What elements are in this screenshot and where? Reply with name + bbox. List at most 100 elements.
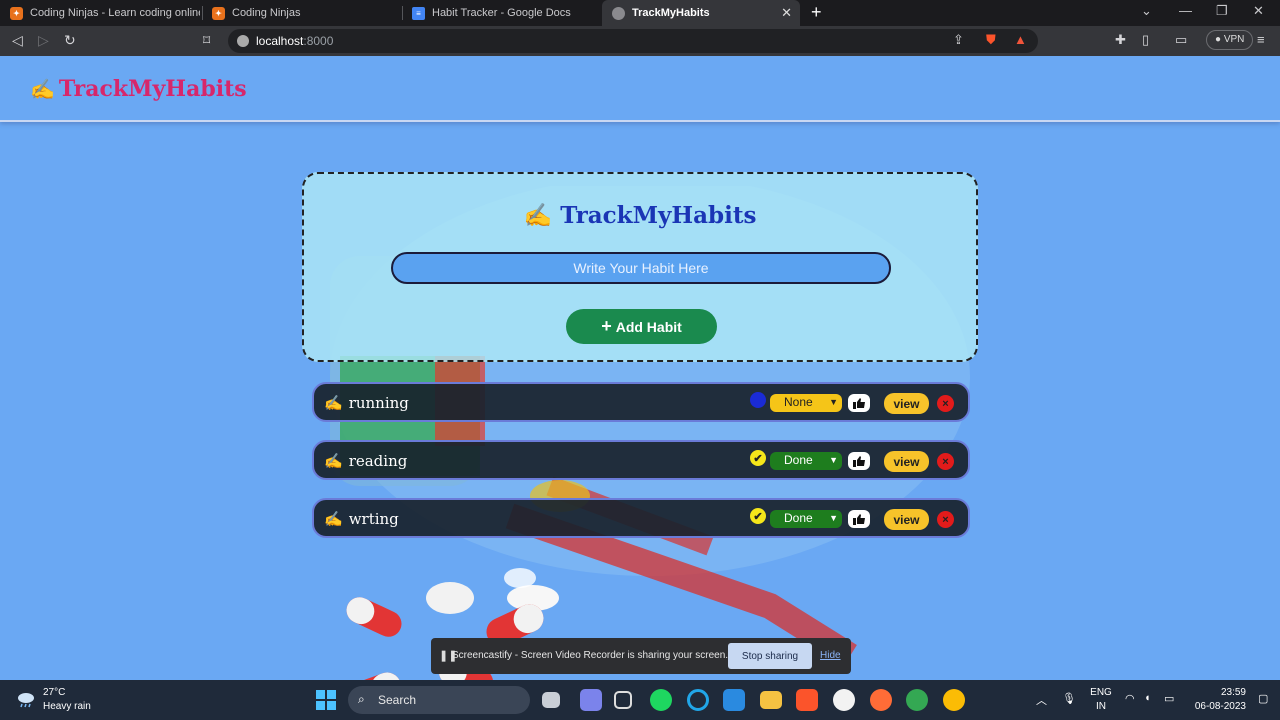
browser-tab-2[interactable]: ✦ Coding Ninjas xyxy=(202,0,400,26)
address-bar[interactable]: localhost:8000 xyxy=(228,29,1038,53)
file-explorer-icon[interactable] xyxy=(760,691,782,709)
window-close-icon[interactable]: ✕ xyxy=(1253,3,1264,19)
add-habit-label: Add Habit xyxy=(615,318,682,335)
tab-title: Habit Tracker - Google Docs xyxy=(432,7,571,19)
brave-icon[interactable] xyxy=(796,689,818,711)
taskbar: 27°C Heavy rain ⌕ Search ︿ 🎙 ENG IN ◠ ◖ … xyxy=(0,680,1280,720)
chrome-dev-icon[interactable] xyxy=(906,689,928,711)
share-icon[interactable]: ⇪ xyxy=(953,32,964,48)
show-hidden-icons-chevron-icon[interactable]: ︿ xyxy=(1036,692,1047,708)
system-clock[interactable]: 23:59 06-08-2023 xyxy=(1190,686,1246,714)
delete-icon[interactable]: × xyxy=(937,395,954,412)
google-docs-favicon: ≡ xyxy=(412,6,425,20)
view-button[interactable]: view xyxy=(884,451,929,472)
thumbs-up-icon xyxy=(853,397,865,409)
brave-rewards-icon[interactable]: ▲ xyxy=(1014,32,1027,47)
writing-hand-icon: ✍️ xyxy=(324,510,343,528)
menu-icon[interactable]: ≡ xyxy=(1257,32,1265,47)
brand-logo[interactable]: ✍️ TrackMyHabits xyxy=(30,76,247,102)
stop-sharing-button[interactable]: Stop sharing xyxy=(728,643,812,669)
chevron-down-icon: ▼ xyxy=(829,455,838,465)
weather-temperature: 27°C xyxy=(43,687,66,698)
status-none-icon xyxy=(750,392,766,408)
browser-tab-3[interactable]: ≡ Habit Tracker - Google Docs xyxy=(402,0,600,26)
browser-tab-active[interactable]: TrackMyHabits ✕ xyxy=(602,0,800,26)
reload-icon[interactable]: ↻ xyxy=(64,32,76,49)
battery-icon[interactable]: ▭ xyxy=(1164,692,1174,705)
site-header: ✍️ TrackMyHabits xyxy=(0,56,1280,122)
card-title: ✍️ TrackMyHabits xyxy=(523,202,757,229)
habit-row: ✍️ wrting ✔ Done ▼ view × xyxy=(312,498,970,538)
rain-cloud-icon[interactable] xyxy=(16,690,36,708)
mongodb-compass-icon[interactable] xyxy=(833,689,855,711)
view-button[interactable]: view xyxy=(884,393,929,414)
vpn-button[interactable]: ● VPN xyxy=(1206,30,1254,50)
tab-title: Coding Ninjas - Learn coding online a xyxy=(30,7,200,19)
habit-row: ✍️ reading ✔ Done ▼ view × xyxy=(312,440,970,480)
cortana-icon[interactable] xyxy=(687,689,709,711)
tab-close-icon[interactable]: ✕ xyxy=(781,5,792,21)
delete-icon[interactable]: × xyxy=(937,511,954,528)
check-icon: ✔ xyxy=(750,450,766,466)
thumbs-up-icon xyxy=(853,513,865,525)
forward-icon[interactable]: ▷ xyxy=(38,32,49,49)
site-info-icon[interactable] xyxy=(237,35,249,47)
writing-hand-icon: ✍️ xyxy=(30,77,55,101)
wallet-icon[interactable]: ▭ xyxy=(1175,32,1187,48)
coding-ninjas-favicon: ✦ xyxy=(10,6,23,20)
habit-row: ✍️ running None ▼ view × xyxy=(312,382,970,422)
chrome-icon[interactable] xyxy=(943,689,965,711)
spotify-icon[interactable] xyxy=(650,689,672,711)
thumbs-up-icon xyxy=(853,455,865,467)
wifi-icon[interactable]: ◠ xyxy=(1125,692,1135,705)
browser-tab-1[interactable]: ✦ Coding Ninjas - Learn coding online a xyxy=(0,0,200,26)
share-message: Screencastify - Screen Video Recorder is… xyxy=(452,650,729,661)
new-tab-icon[interactable]: + xyxy=(811,2,822,23)
writing-hand-icon: ✍️ xyxy=(324,394,343,412)
thumbs-up-button[interactable] xyxy=(848,510,870,528)
restore-icon[interactable]: ❐ xyxy=(1216,3,1228,19)
tab-title: Coding Ninjas xyxy=(232,7,301,19)
status-select[interactable]: Done ▼ xyxy=(770,510,842,528)
view-button[interactable]: view xyxy=(884,509,929,530)
habit-input[interactable] xyxy=(391,252,891,284)
weather-description: Heavy rain xyxy=(43,701,91,712)
input-language[interactable]: ENG IN xyxy=(1090,686,1112,714)
thumbs-up-button[interactable] xyxy=(848,452,870,470)
add-habit-card: ✍️ TrackMyHabits + Add Habit xyxy=(302,172,978,362)
task-view-icon[interactable] xyxy=(542,692,560,708)
plus-icon: + xyxy=(601,316,612,336)
browser-toolbar: ◁ ▷ ↻ ⌑ localhost:8000 ⇪ ⛊ ▲ ✚ ▯ ▭ ● VPN… xyxy=(0,26,1280,56)
hide-link[interactable]: Hide xyxy=(820,650,841,661)
page-viewport: ✍️TrackMyHabits ✍️ TrackMyHabits + Add H… xyxy=(0,56,1280,680)
add-habit-button[interactable]: + Add Habit xyxy=(566,309,717,344)
vscode-icon[interactable] xyxy=(723,689,745,711)
bookmark-icon[interactable]: ⌑ xyxy=(203,32,210,49)
sidebar-icon[interactable]: ▯ xyxy=(1142,32,1149,48)
teams-icon[interactable] xyxy=(580,689,602,711)
thumbs-up-button[interactable] xyxy=(848,394,870,412)
tab-search-chevron-icon[interactable]: ⌄ xyxy=(1141,3,1152,19)
brave-shield-icon[interactable]: ⛊ xyxy=(986,32,996,48)
url-text: localhost:8000 xyxy=(256,34,334,48)
status-select[interactable]: Done ▼ xyxy=(770,452,842,470)
microphone-icon[interactable]: 🎙 xyxy=(1062,692,1076,705)
notifications-icon[interactable]: ▢ xyxy=(1258,692,1268,705)
3d-viewer-icon[interactable] xyxy=(614,691,632,709)
postman-icon[interactable] xyxy=(870,689,892,711)
volume-icon[interactable]: ◖ xyxy=(1144,692,1151,704)
extensions-icon[interactable]: ✚ xyxy=(1115,32,1126,48)
search-icon: ⌕ xyxy=(358,692,365,706)
globe-icon xyxy=(612,6,625,20)
brand-name: TrackMyHabits xyxy=(58,76,247,102)
chevron-down-icon: ▼ xyxy=(829,397,838,407)
delete-icon[interactable]: × xyxy=(937,453,954,470)
taskbar-search[interactable]: ⌕ Search xyxy=(348,686,530,714)
habit-name: ✍️ reading xyxy=(324,452,408,470)
chevron-down-icon: ▼ xyxy=(829,513,838,523)
browser-tab-bar: ✦ Coding Ninjas - Learn coding online a … xyxy=(0,0,1280,26)
minimize-icon[interactable]: — xyxy=(1179,3,1192,18)
windows-start-icon[interactable] xyxy=(316,690,336,710)
back-icon[interactable]: ◁ xyxy=(12,32,23,49)
status-select[interactable]: None ▼ xyxy=(770,394,842,412)
